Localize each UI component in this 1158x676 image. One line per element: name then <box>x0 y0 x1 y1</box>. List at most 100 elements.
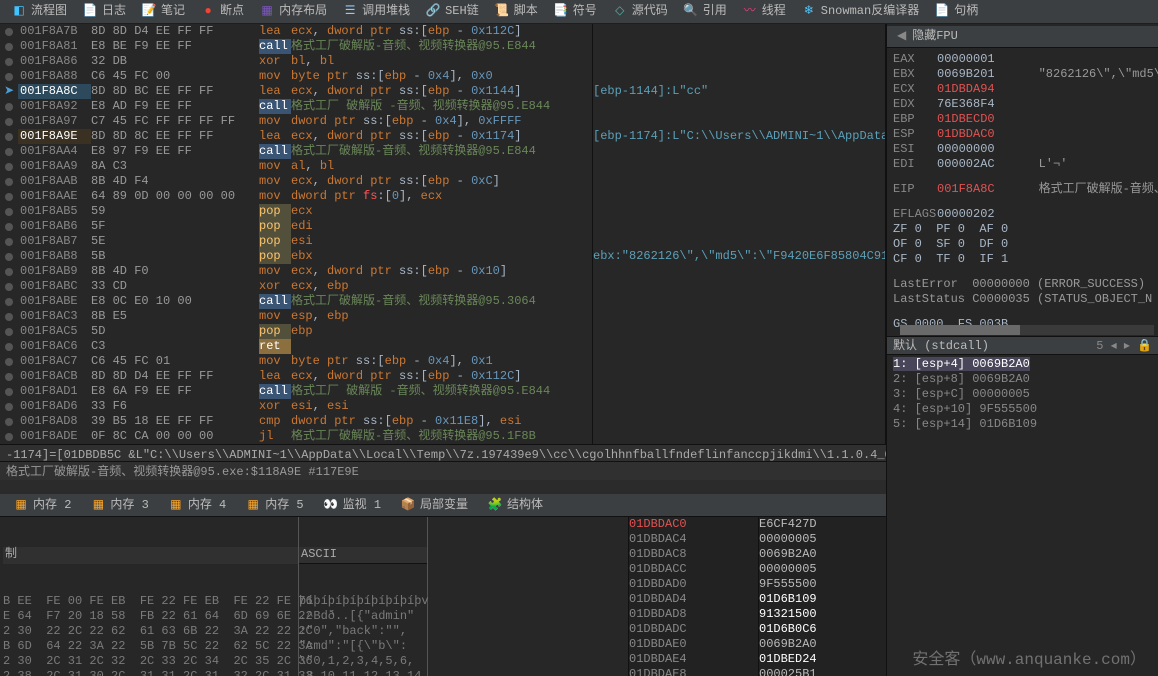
stack-row[interactable]: 01DBDAE0 <box>629 637 758 652</box>
disasm-row[interactable]: 001F8AAE64 89 0D 00 00 00 00movdword ptr… <box>0 189 592 204</box>
hex-row[interactable]: E 64 F7 20 18 58 FB 22 61 64 6D 69 6E 22 <box>3 609 298 624</box>
gutter[interactable] <box>0 24 18 39</box>
menu-thread[interactable]: 〰线程 <box>735 4 794 19</box>
gutter[interactable] <box>0 174 18 189</box>
stack-row-val[interactable]: 00000005 <box>759 532 886 547</box>
disasm-row[interactable]: ➤001F8A8C8D 8D BC EE FF FFleaecx, dword … <box>0 84 592 99</box>
disasm-row[interactable]: 001F8AD633 F6xoresi, esi <box>0 399 592 414</box>
call-arg[interactable]: 5: [esp+14] 01D6B109 <box>893 417 1152 432</box>
gutter[interactable] <box>0 399 18 414</box>
disasm-row[interactable]: 001F8A8632 DBxorbl, bl <box>0 54 592 69</box>
call-arg[interactable]: 4: [esp+10] 9F555500 <box>893 402 1152 417</box>
disasm-row[interactable]: 001F8A97C7 45 FC FF FF FF FFmovdword ptr… <box>0 114 592 129</box>
stack-row-val[interactable]: 0069B2A0 <box>759 547 886 562</box>
menu-script[interactable]: 📜脚本 <box>487 4 546 19</box>
gutter[interactable] <box>0 339 18 354</box>
call-arg[interactable]: 2: [esp+8] 0069B2A0 <box>893 372 1152 387</box>
tab-m3[interactable]: ▦内存 4 <box>159 498 236 513</box>
disassembly-pane[interactable]: 001F8A7B8D 8D D4 EE FF FFleaecx, dword p… <box>0 24 593 444</box>
stack-row-val[interactable]: 01D6B109 <box>759 592 886 607</box>
gutter[interactable] <box>0 99 18 114</box>
disasm-row[interactable]: 001F8AB98B 4D F0movecx, dword ptr ss:[eb… <box>0 264 592 279</box>
tab-m4[interactable]: ▦内存 5 <box>236 498 313 513</box>
menu-log[interactable]: 📄日志 <box>75 4 134 19</box>
tab-local[interactable]: 📦局部变量 <box>391 498 478 513</box>
gutter[interactable] <box>0 264 18 279</box>
menu-snow[interactable]: ❄Snowman反编译器 <box>794 4 927 19</box>
ascii-column[interactable]: ASCII þíþíþíþíþíþíþíþíþv.^Bdð..[{"admin"… <box>298 517 428 676</box>
disasm-row[interactable]: 001F8A9E8D 8D 8C EE FF FFleaecx, dword p… <box>0 129 592 144</box>
stack-value-column[interactable]: E6CF427D000000050069B2A0000000059F555500… <box>758 517 886 676</box>
stack-row[interactable]: 01DBDAC0 <box>629 517 758 532</box>
stack-addr-column[interactable]: 01DBDAC001DBDAC401DBDAC801DBDACC01DBDAD0… <box>628 517 758 676</box>
reg-esi[interactable]: ESI00000000 <box>893 142 1152 157</box>
stack-row[interactable]: 01DBDAD4 <box>629 592 758 607</box>
gutter[interactable] <box>0 144 18 159</box>
stack-row-val[interactable]: 01D6B0C6 <box>759 622 886 637</box>
reg-ebx[interactable]: EBX0069B201 "8262126\",\"md5\ <box>893 67 1152 82</box>
gutter[interactable] <box>0 129 18 144</box>
calling-convention-selector[interactable]: 默认 (stdcall) 5 ◂ ▸ 🔒 <box>887 336 1158 355</box>
gutter[interactable] <box>0 54 18 69</box>
menu-bp[interactable]: ●断点 <box>193 4 252 19</box>
stack-row-val[interactable]: 00000005 <box>759 562 886 577</box>
reg-eip[interactable]: EIP001F8A8C 格式工厂破解版-音频、 <box>893 182 1152 197</box>
ascii-row[interactable]: þíþíþíþíþíþíþíþíþv <box>299 594 427 609</box>
stack-row-val[interactable]: E6CF427D <box>759 517 886 532</box>
disasm-row[interactable]: 001F8AB75Epopesi <box>0 234 592 249</box>
stack-row[interactable]: 01DBDAD8 <box>629 607 758 622</box>
ascii-row[interactable]: :"0","back":"", <box>299 624 427 639</box>
menu-flow[interactable]: ◧流程图 <box>4 4 75 19</box>
disasm-row[interactable]: 001F8ABC33 CDxorecx, ebp <box>0 279 592 294</box>
disasm-row[interactable]: 001F8AD1E8 6A F9 EE FFcall格式工厂 破解版 -音频、视… <box>0 384 592 399</box>
menu-mem[interactable]: ▦内存布局 <box>252 4 335 19</box>
reg-esp[interactable]: ESP01DBDAC0 <box>893 127 1152 142</box>
hex-row[interactable]: B 6D 64 22 3A 22 5B 7B 5C 22 62 5C 22 3A <box>3 639 298 654</box>
menu-src[interactable]: ◇源代码 <box>605 4 676 19</box>
menu-ref[interactable]: 🔍引用 <box>676 4 735 19</box>
tab-m1[interactable]: ▦内存 2 <box>4 498 81 513</box>
hex-row[interactable]: 2 38 2C 31 30 2C 31 31 2C 31 32 2C 31 33 <box>3 669 298 676</box>
gutter[interactable] <box>0 354 18 369</box>
disasm-row[interactable]: 001F8AC6C3ret <box>0 339 592 354</box>
disasm-row[interactable]: 001F8AC7C6 45 FC 01movbyte ptr ss:[ebp -… <box>0 354 592 369</box>
gutter[interactable] <box>0 204 18 219</box>
gutter[interactable] <box>0 39 18 54</box>
menu-seh[interactable]: 🔗SEH链 <box>418 4 487 19</box>
disasm-row[interactable]: 001F8AB559popecx <box>0 204 592 219</box>
call-arg[interactable]: 3: [esp+C] 00000005 <box>893 387 1152 402</box>
disasm-row[interactable]: 001F8AD839 B5 18 EE FF FFcmpdword ptr ss… <box>0 414 592 429</box>
stack-row[interactable]: 01DBDAC8 <box>629 547 758 562</box>
disasm-row[interactable]: 001F8A7B8D 8D D4 EE FF FFleaecx, dword p… <box>0 24 592 39</box>
gutter[interactable] <box>0 219 18 234</box>
disasm-row[interactable]: 001F8AC38B E5movesp, ebp <box>0 309 592 324</box>
tab-struct[interactable]: 🧩结构体 <box>478 498 553 513</box>
ascii-row[interactable]: \"0,1,2,3,4,5,6, <box>299 654 427 669</box>
fpu-toggle[interactable]: ◀隐藏FPU <box>887 26 1158 48</box>
stack-row-val[interactable]: 0069B2A0 <box>759 637 886 652</box>
stack-row[interactable]: 01DBDACC <box>629 562 758 577</box>
stack-row[interactable]: 01DBDAE4 <box>629 652 758 667</box>
stack-row[interactable]: 01DBDADC <box>629 622 758 637</box>
menu-hand[interactable]: 📄句柄 <box>927 4 986 19</box>
disasm-row[interactable]: 001F8AB85Bpopebx <box>0 249 592 264</box>
gutter[interactable] <box>0 279 18 294</box>
disasm-row[interactable]: 001F8A92E8 AD F9 EE FFcall格式工厂 破解版 -音频、视… <box>0 99 592 114</box>
disasm-row[interactable]: 001F8AA4E8 97 F9 EE FFcall格式工厂破解版-音频、视频转… <box>0 144 592 159</box>
gutter[interactable] <box>0 189 18 204</box>
call-arg[interactable]: 1: [esp+4] 0069B2A0 <box>893 357 1152 372</box>
menu-stack[interactable]: ☰调用堆栈 <box>335 4 418 19</box>
ascii-row[interactable]: ,8,10,11,12,13,14 <box>299 669 427 676</box>
horizontal-scrollbar[interactable] <box>900 325 1154 335</box>
menu-sym[interactable]: 📑符号 <box>546 4 605 19</box>
gutter[interactable] <box>0 249 18 264</box>
disasm-row[interactable]: 001F8AAB8B 4D F4movecx, dword ptr ss:[eb… <box>0 174 592 189</box>
stack-row[interactable]: 01DBDAC4 <box>629 532 758 547</box>
stack-row-val[interactable]: 01DBED24 <box>759 652 886 667</box>
disasm-row[interactable]: 001F8ACB8D 8D D4 EE FF FFleaecx, dword p… <box>0 369 592 384</box>
hex-bytes-column[interactable]: 制 B EE FE 00 FE EB FE 22 FE EB FE 22 FE … <box>3 517 298 676</box>
disasm-row[interactable]: 001F8ADE0F 8C CA 00 00 00jl格式工厂破解版-音频、视频… <box>0 429 592 444</box>
tab-watch[interactable]: 👀监视 1 <box>314 498 391 513</box>
hex-row[interactable]: 2 30 2C 31 2C 32 2C 33 2C 34 2C 35 2C 36 <box>3 654 298 669</box>
reg-eax[interactable]: EAX00000001 <box>893 52 1152 67</box>
